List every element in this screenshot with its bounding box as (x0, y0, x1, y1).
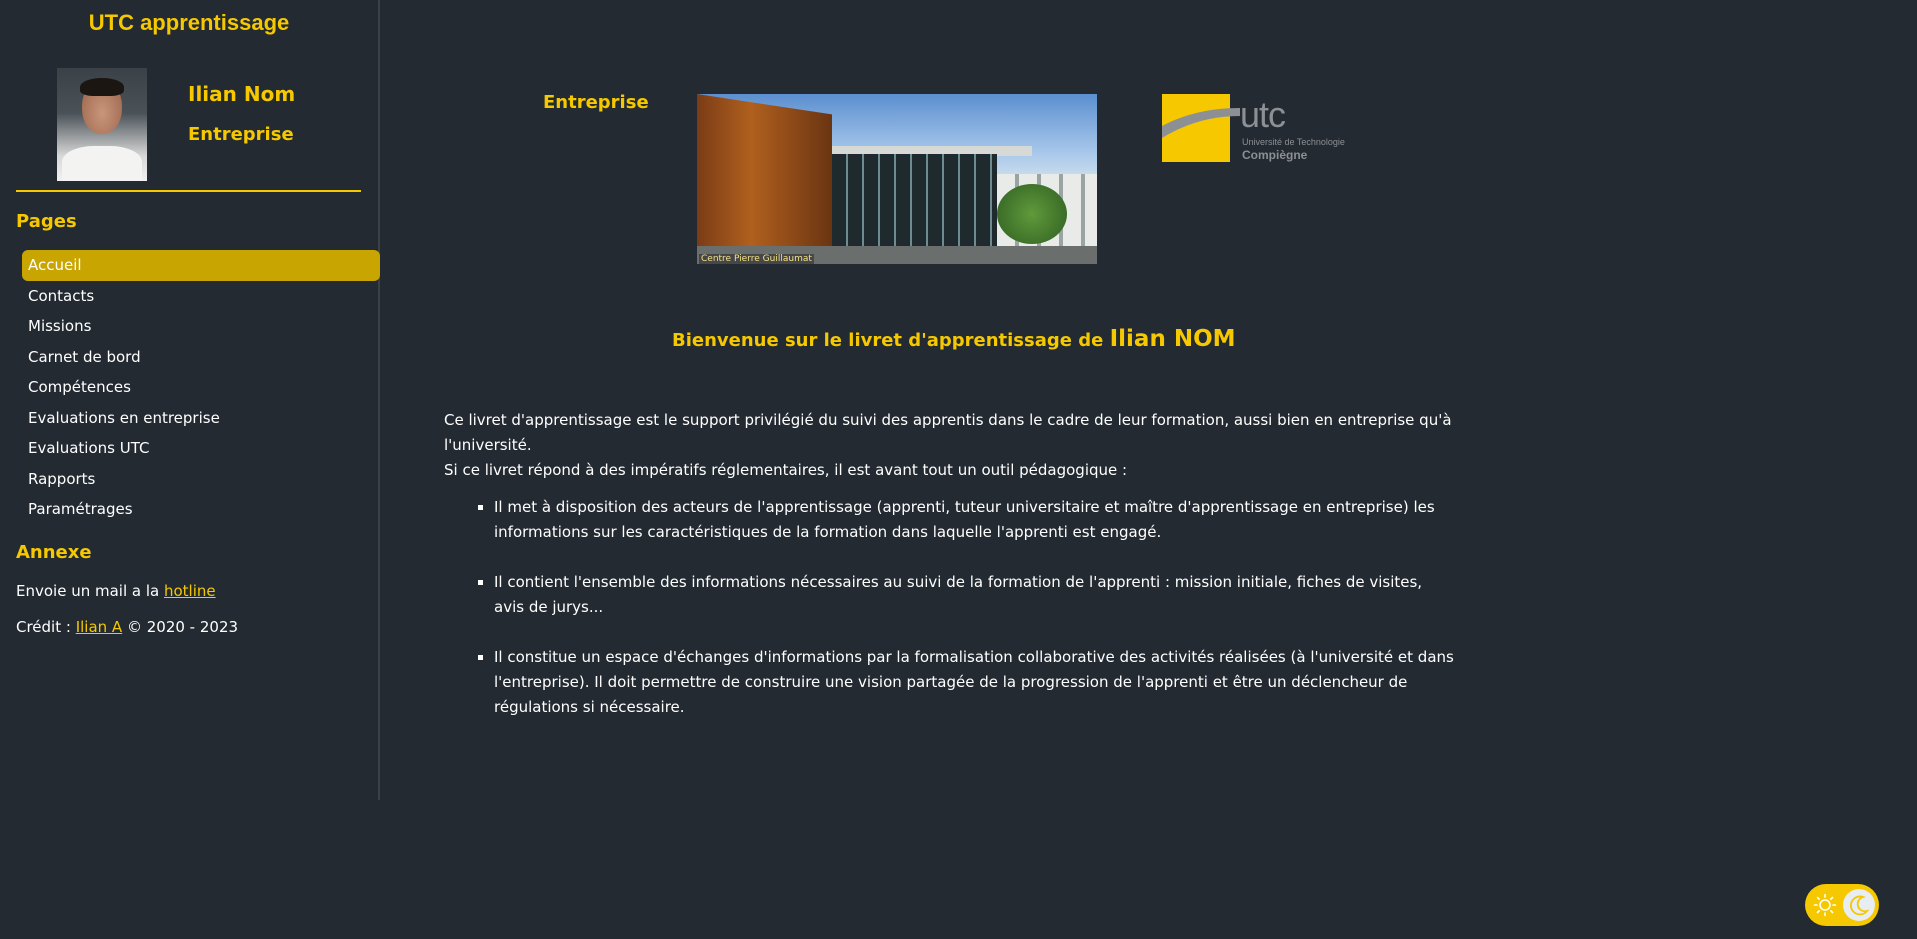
sun-icon (1813, 893, 1837, 917)
credit-prefix: Crédit : (16, 618, 76, 636)
annex-heading: Annexe (16, 542, 92, 563)
credit-suffix: © 2020 - 2023 (122, 618, 239, 636)
welcome-prefix: Bienvenue sur le livret d'apprentissage … (672, 330, 1110, 351)
nav-item-carnet-de-bord[interactable]: Carnet de bord (22, 342, 380, 373)
sidebar-divider (16, 190, 361, 192)
photo-caption: Centre Pierre Guillaumat (699, 254, 814, 264)
utc-logo-subtitle: Université de Technologie (1242, 137, 1345, 147)
campus-photo: Centre Pierre Guillaumat (697, 94, 1097, 264)
welcome-title: Bienvenue sur le livret d'apprentissage … (672, 326, 1236, 352)
list-item: Il constitue un espace d'échanges d'info… (494, 645, 1454, 720)
intro-bullet-list: Il met à disposition des acteurs de l'ap… (444, 495, 1454, 720)
hotline-line: Envoie un mail a la hotline (16, 582, 216, 600)
utc-logo-city: Compiègne (1242, 148, 1308, 162)
nav-item-missions[interactable]: Missions (22, 311, 380, 342)
intro-paragraph-2: Si ce livret répond à des impératifs rég… (444, 461, 1128, 479)
pages-heading: Pages (16, 211, 77, 232)
nav-item-rapports[interactable]: Rapports (22, 464, 380, 495)
hotline-prefix: Envoie un mail a la (16, 582, 164, 600)
nav-item-evaluations-utc[interactable]: Evaluations UTC (22, 433, 380, 464)
credit-line: Crédit : Ilian A © 2020 - 2023 (16, 618, 238, 636)
avatar (57, 68, 147, 181)
sidebar: UTC apprentissage Ilian Nom Entreprise P… (0, 0, 380, 800)
list-item: Il met à disposition des acteurs de l'ap… (494, 495, 1454, 545)
welcome-name: Ilian NOM (1109, 326, 1236, 352)
intro-paragraph-1: Ce livret d'apprentissage est le support… (444, 411, 1452, 454)
user-name: Ilian Nom (188, 82, 296, 106)
utc-logo-mark (1162, 94, 1240, 162)
intro-section: Ce livret d'apprentissage est le support… (444, 408, 1454, 745)
utc-logo: utc Université de Technologie Compiègne (1150, 94, 1350, 166)
nav-menu: Accueil Contacts Missions Carnet de bord… (22, 250, 380, 525)
nav-item-competences[interactable]: Compétences (22, 372, 380, 403)
nav-item-parametrages[interactable]: Paramétrages (22, 494, 380, 525)
moon-icon (1850, 895, 1870, 916)
nav-item-accueil[interactable]: Accueil (22, 250, 380, 281)
app-title: UTC apprentissage (88, 10, 290, 35)
nav-item-evaluations-entreprise[interactable]: Evaluations en entreprise (22, 403, 380, 434)
hotline-link[interactable]: hotline (164, 582, 216, 600)
toggle-knob[interactable] (1843, 889, 1875, 921)
utc-logo-text: utc (1240, 94, 1286, 135)
theme-toggle[interactable] (1805, 884, 1879, 926)
user-company: Entreprise (188, 124, 294, 145)
credit-link[interactable]: Ilian A (76, 618, 123, 636)
company-label: Entreprise (543, 92, 649, 113)
nav-item-contacts[interactable]: Contacts (22, 281, 380, 312)
list-item: Il contient l'ensemble des informations … (494, 570, 1454, 620)
